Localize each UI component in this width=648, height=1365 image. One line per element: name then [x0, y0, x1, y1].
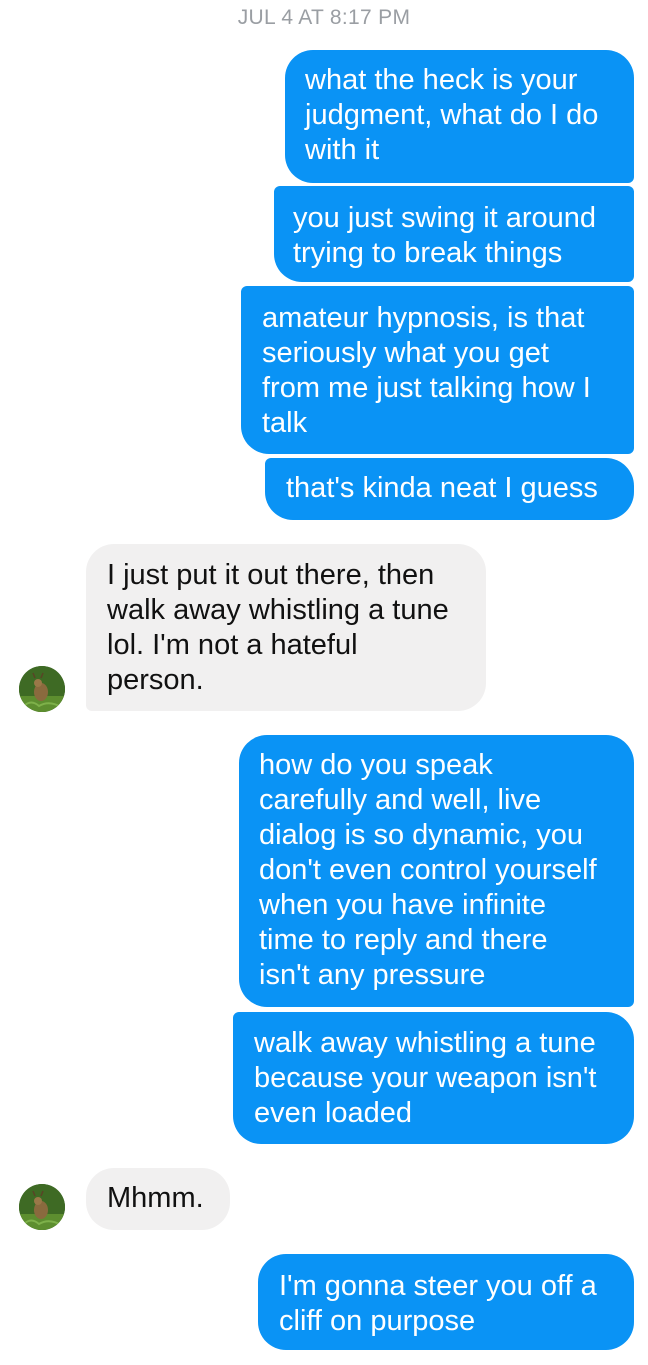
- contact-avatar[interactable]: [19, 1184, 65, 1230]
- outgoing-message-bubble[interactable]: what the heck is your judgment, what do …: [285, 50, 634, 183]
- contact-avatar[interactable]: [19, 666, 65, 712]
- outgoing-message-bubble[interactable]: walk away whistling a tune because your …: [233, 1012, 634, 1144]
- outgoing-message-bubble[interactable]: I'm gonna steer you off a cliff on purpo…: [258, 1254, 634, 1350]
- incoming-message-bubble[interactable]: I just put it out there, then walk away …: [86, 544, 486, 711]
- outgoing-message-bubble[interactable]: that's kinda neat I guess: [265, 458, 634, 520]
- incoming-message-bubble[interactable]: Mhmm.: [86, 1168, 230, 1230]
- deer-photo-avatar-icon: [19, 1184, 65, 1230]
- outgoing-message-bubble[interactable]: amateur hypnosis, is that seriously what…: [241, 286, 634, 454]
- deer-photo-avatar-icon: [19, 666, 65, 712]
- conversation-timestamp: JUL 4 AT 8:17 PM: [237, 6, 411, 29]
- outgoing-message-bubble[interactable]: you just swing it around trying to break…: [274, 186, 634, 282]
- outgoing-message-bubble[interactable]: how do you speak carefully and well, liv…: [239, 735, 634, 1007]
